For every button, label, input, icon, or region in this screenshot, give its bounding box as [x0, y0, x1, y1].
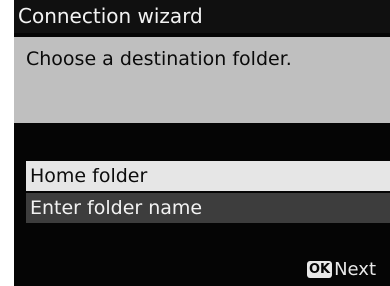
instruction-panel: Choose a destination folder.	[14, 37, 390, 123]
option-enter-folder-name[interactable]: Enter folder name	[26, 193, 390, 223]
next-label: Next	[334, 258, 376, 280]
instruction-text: Choose a destination folder.	[26, 48, 292, 70]
camera-screen: Connection wizard Choose a destination f…	[14, 0, 390, 286]
option-home-folder[interactable]: Home folder	[26, 161, 390, 191]
folder-option-list: Home folder Enter folder name	[26, 161, 390, 225]
wizard-title: Connection wizard	[14, 0, 390, 33]
ok-button-icon: OK	[306, 260, 333, 278]
next-hint[interactable]: OK Next	[306, 257, 376, 281]
